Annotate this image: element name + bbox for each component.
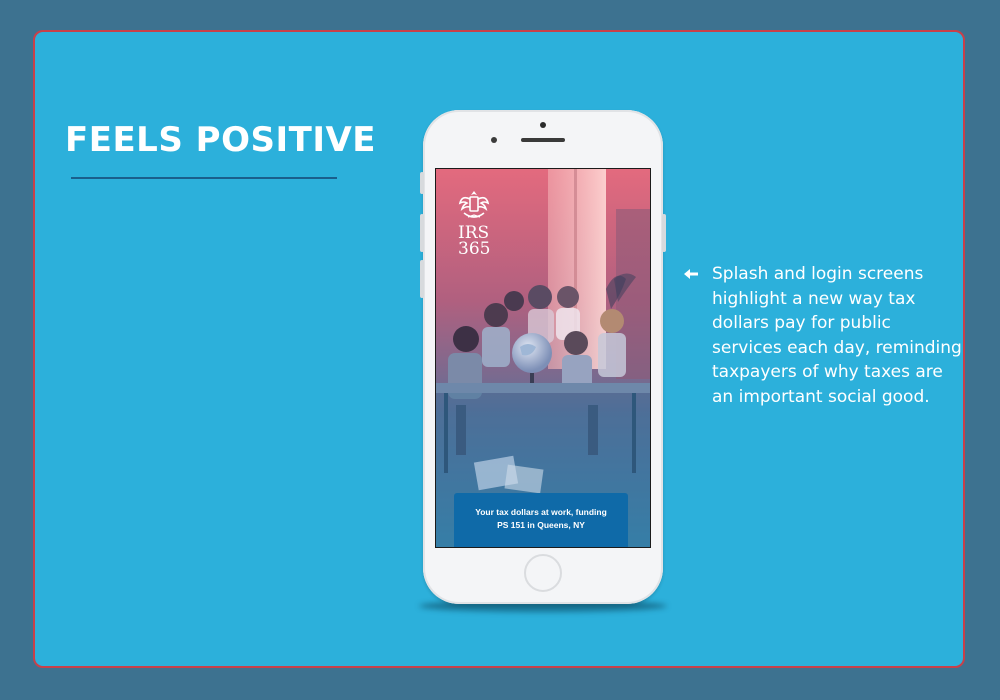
phone-power-button [662, 214, 666, 252]
annotation-line: dollars pay for public [712, 313, 891, 333]
irs-eagle-icon [458, 191, 490, 218]
funding-banner: Your tax dollars at work, funding PS 151… [454, 493, 628, 547]
title-divider [71, 177, 337, 179]
annotation-line: highlight a new way tax [712, 288, 916, 309]
annotation-line: Splash and login screens [712, 264, 924, 284]
logo-text-365: 365 [458, 239, 491, 259]
phone-mockup: IRS 365 Your tax dollars at work, fundin… [420, 110, 666, 604]
phone-front-sensor [491, 137, 497, 143]
phone-volume-down-button [420, 260, 424, 298]
phone-camera [540, 122, 546, 128]
annotation-text: Splash and login screens highlight a new… [712, 262, 962, 409]
slide-title: FEELS POSITIVE [65, 120, 377, 160]
funding-banner-line-1: Your tax dollars at work, funding [475, 507, 607, 517]
arrow-left-icon [684, 269, 698, 279]
phone-speaker [521, 138, 565, 142]
funding-banner-line-2: PS 151 in Queens, NY [497, 520, 585, 530]
phone-home-button [524, 554, 562, 592]
phone-screen: IRS 365 Your tax dollars at work, fundin… [435, 168, 651, 548]
annotation-line: services each day, reminding [712, 337, 962, 358]
phone-volume-up-button [420, 214, 424, 252]
irs365-logo: IRS 365 [458, 189, 491, 259]
annotation-line: an important social good. [712, 386, 930, 407]
slide: FEELS POSITIVE IRS 365 Your tax dollars … [33, 30, 965, 668]
phone-mute-switch [420, 172, 424, 194]
annotation-line: taxpayers of why taxes are [712, 362, 943, 382]
